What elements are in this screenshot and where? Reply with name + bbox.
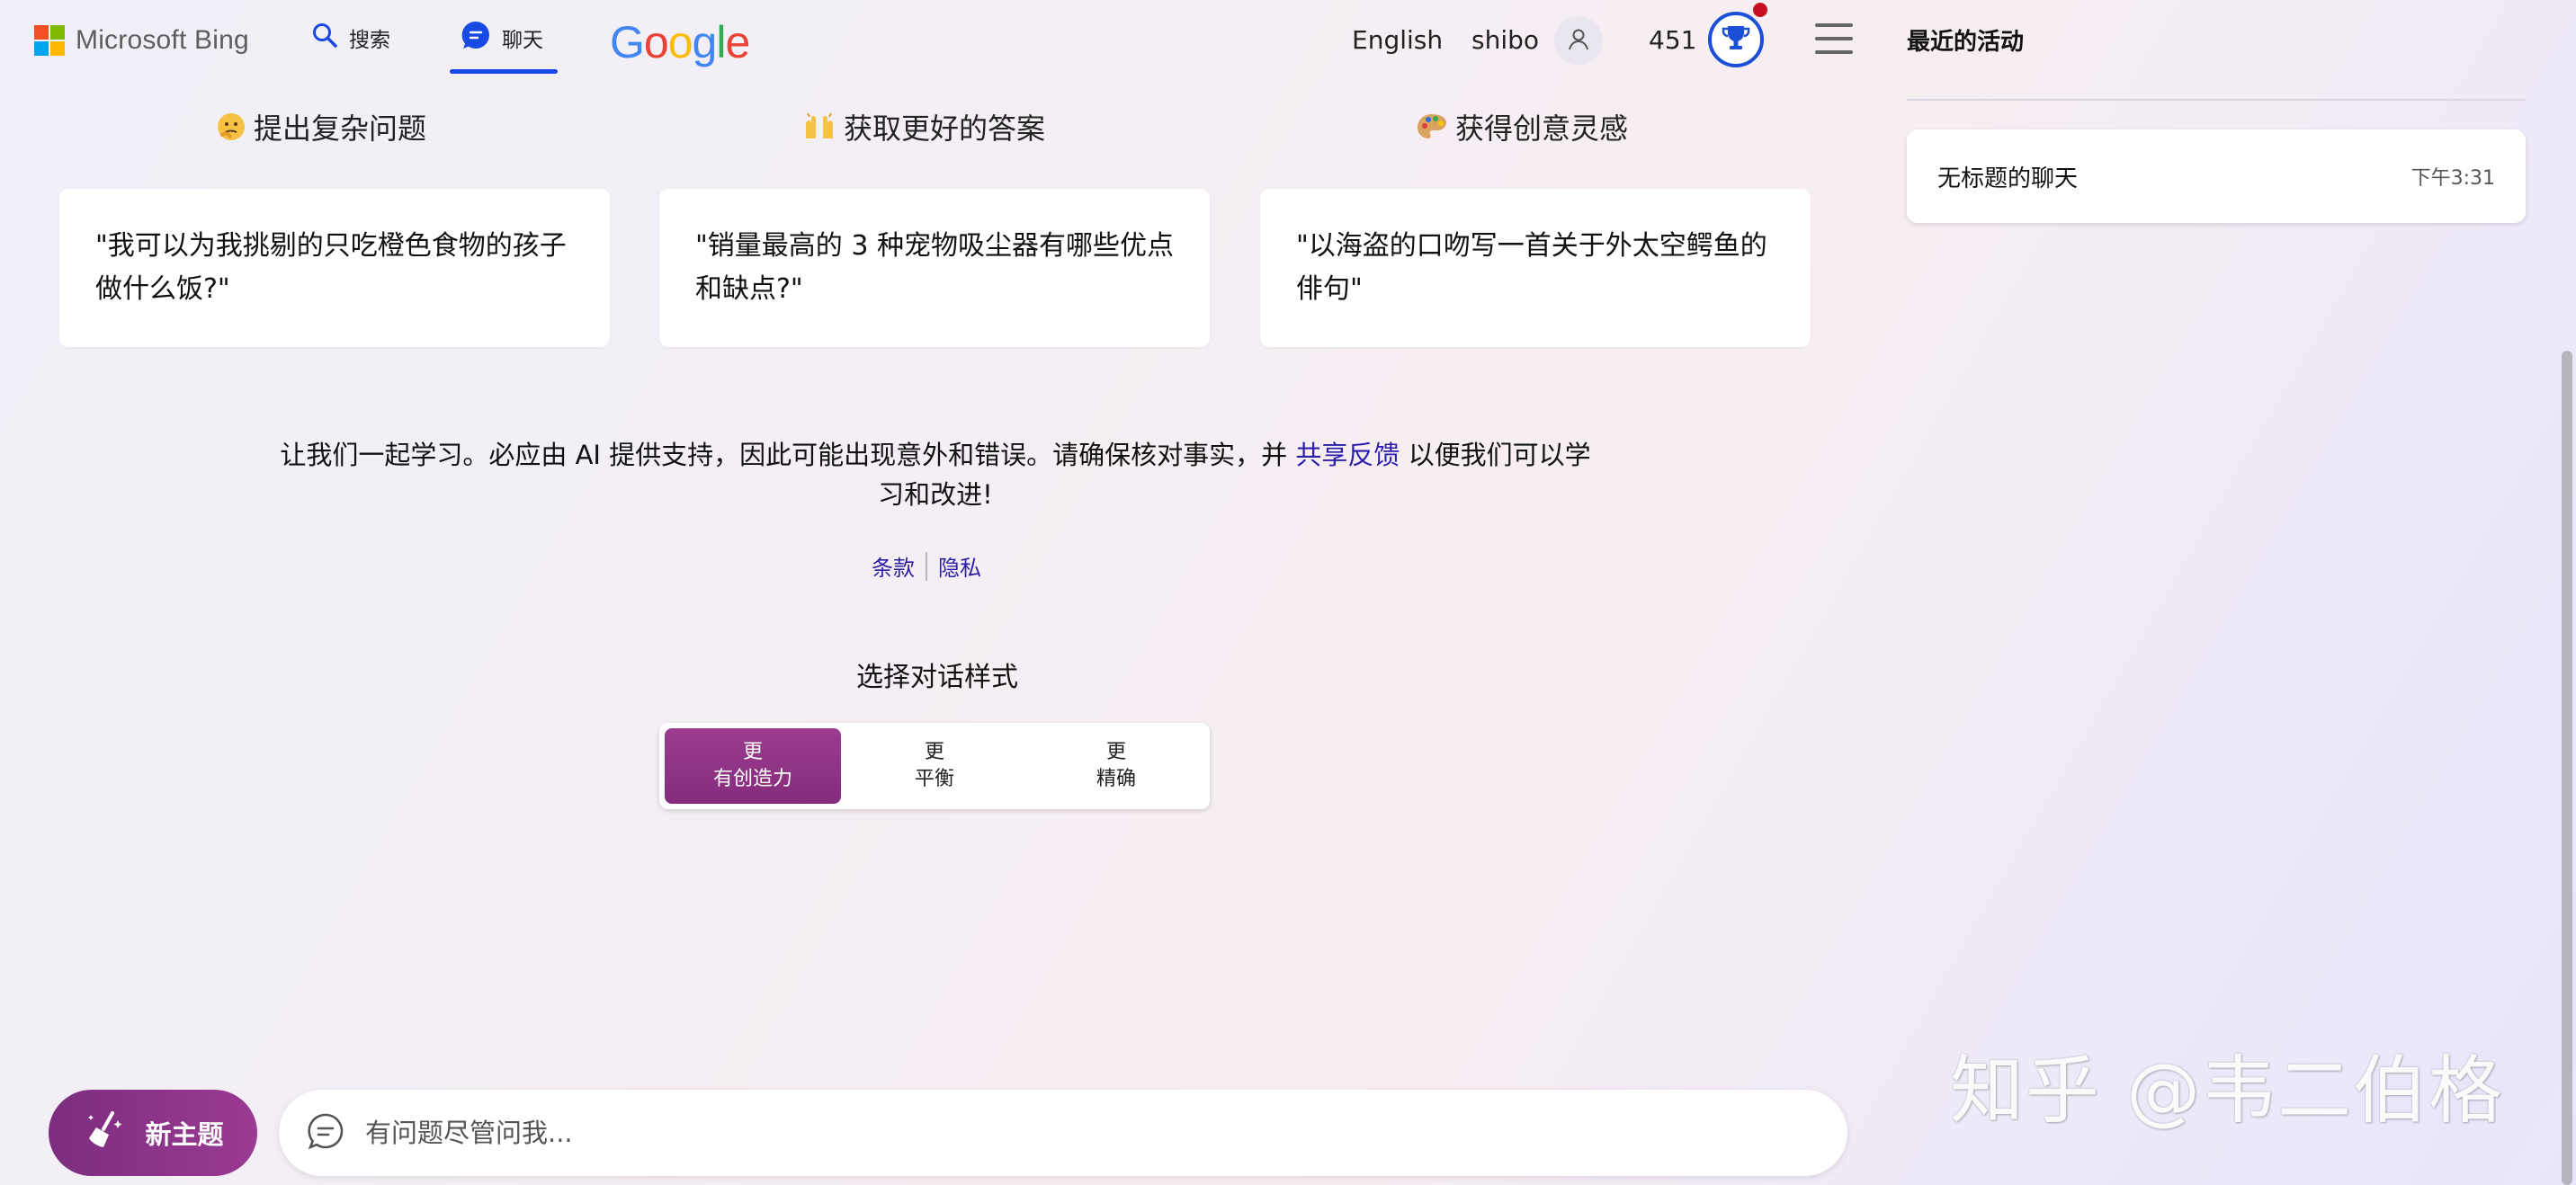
nav-tab-search-label: 搜索 bbox=[349, 29, 390, 52]
style-option-label: 精确 bbox=[1096, 768, 1136, 790]
suggestion-heading-complex: 提出复杂问题 bbox=[216, 106, 426, 147]
nav-tab-chat[interactable]: 聊天 bbox=[461, 20, 543, 56]
search-icon bbox=[311, 22, 338, 54]
rewards-points[interactable]: 451 bbox=[1649, 25, 1696, 55]
avatar[interactable] bbox=[1554, 16, 1603, 65]
suggestion-heading-label: 获得创意灵感 bbox=[1455, 111, 1629, 146]
google-logo-letter: o bbox=[667, 17, 693, 67]
scrollbar[interactable] bbox=[2562, 351, 2572, 1185]
suggestion-card[interactable]: "销量最高的 3 种宠物吸尘器有哪些优点和缺点?" bbox=[659, 189, 1210, 347]
divider bbox=[926, 551, 927, 581]
bing-logo[interactable]: Microsoft Bing bbox=[34, 23, 249, 58]
rewards-button[interactable] bbox=[1708, 12, 1764, 67]
style-option-creative[interactable]: 更 有创造力 bbox=[665, 728, 841, 804]
chat-input[interactable] bbox=[365, 1118, 1768, 1148]
new-topic-button[interactable]: 新主题 bbox=[49, 1090, 257, 1176]
ai-disclaimer: 让我们一起学习。必应由 AI 提供支持，因此可能出现意外和错误。请确保核对事实，… bbox=[270, 435, 1601, 514]
google-logo-letter: G bbox=[610, 17, 645, 67]
divider bbox=[1907, 99, 2526, 101]
conversation-style-title: 选择对话样式 bbox=[856, 662, 1018, 693]
google-logo[interactable]: Google bbox=[610, 16, 750, 68]
recent-activity-title: 最近的活动 bbox=[1907, 29, 2025, 56]
suggestion-heading-creative: 获得创意灵感 bbox=[1416, 106, 1628, 147]
brand-name: Microsoft Bing bbox=[76, 25, 249, 55]
style-option-balanced[interactable]: 更 平衡 bbox=[846, 728, 1023, 804]
suggestion-heading-label: 获取更好的答案 bbox=[844, 111, 1046, 146]
chat-bubble-outline-icon bbox=[306, 1111, 345, 1154]
style-option-prefix: 更 bbox=[742, 741, 763, 763]
terms-link[interactable]: 条款 bbox=[872, 550, 915, 582]
conversation-style-selector: 更 有创造力 更 平衡 更 精确 bbox=[659, 723, 1210, 809]
google-logo-letter: g bbox=[692, 17, 718, 67]
thinking-face-emoji-icon bbox=[216, 111, 246, 142]
style-option-label: 平衡 bbox=[914, 768, 954, 790]
suggestion-heading-better: 获取更好的答案 bbox=[802, 106, 1045, 147]
disclaimer-text: 让我们一起学习。必应由 AI 提供支持，因此可能出现意外和错误。请确保核对事实，… bbox=[280, 440, 1288, 470]
raising-hands-emoji-icon bbox=[802, 111, 836, 142]
watermark: 知乎 @韦二伯格 bbox=[1950, 1048, 2505, 1134]
style-option-label: 有创造力 bbox=[712, 768, 792, 790]
recent-chat-item[interactable]: 无标题的聊天 下午3:31 bbox=[1907, 129, 2526, 223]
recent-chat-time: 下午3:31 bbox=[2411, 167, 2495, 190]
google-logo-letter: e bbox=[725, 17, 750, 67]
broom-icon bbox=[82, 1108, 127, 1159]
style-option-precise[interactable]: 更 精确 bbox=[1028, 728, 1204, 804]
google-logo-letter: l bbox=[716, 17, 726, 67]
suggestion-card[interactable]: "我可以为我挑剔的只吃橙色食物的孩子做什么饭?" bbox=[59, 189, 610, 347]
active-tab-indicator bbox=[450, 69, 558, 74]
nav-tab-chat-label: 聊天 bbox=[502, 29, 543, 52]
chat-bubble-icon bbox=[461, 20, 491, 56]
notification-dot bbox=[1753, 3, 1767, 17]
microsoft-logo-icon bbox=[34, 25, 65, 56]
username-label[interactable]: shibo bbox=[1471, 25, 1539, 55]
hamburger-menu-icon[interactable] bbox=[1815, 23, 1853, 54]
style-option-prefix: 更 bbox=[924, 741, 944, 763]
legal-links: 条款 隐私 bbox=[0, 550, 1853, 582]
recent-chat-title: 无标题的聊天 bbox=[1937, 165, 2079, 192]
share-feedback-link[interactable]: 共享反馈 bbox=[1295, 440, 1400, 470]
suggestion-card[interactable]: "以海盗的口吻写一首关于外太空鳄鱼的俳句" bbox=[1260, 189, 1811, 347]
user-icon bbox=[1566, 26, 1591, 55]
nav-tab-search[interactable]: 搜索 bbox=[311, 20, 390, 56]
language-switch[interactable]: English bbox=[1352, 25, 1443, 55]
style-option-prefix: 更 bbox=[1105, 741, 1126, 763]
privacy-link[interactable]: 隐私 bbox=[938, 550, 981, 582]
google-logo-letter: o bbox=[643, 17, 669, 67]
new-topic-label: 新主题 bbox=[145, 1119, 224, 1150]
suggestion-heading-label: 提出复杂问题 bbox=[254, 111, 427, 146]
artist-palette-emoji-icon bbox=[1416, 111, 1448, 142]
trophy-icon bbox=[1721, 22, 1751, 57]
chat-input-box[interactable] bbox=[279, 1090, 1847, 1176]
